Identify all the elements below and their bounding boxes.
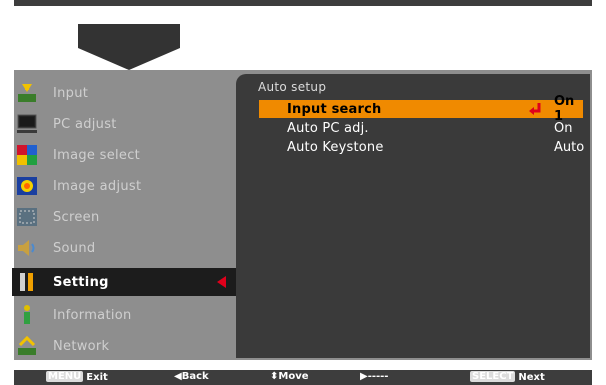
option-value: On: [554, 120, 573, 136]
menu-item-screen[interactable]: Screen: [14, 203, 232, 231]
sound-icon: [18, 240, 35, 256]
input-icon: [18, 84, 36, 102]
image-select-icon: [17, 145, 37, 165]
menu-item-label: Input: [53, 85, 89, 101]
select-key-icon: SELECT: [470, 371, 516, 382]
menu-item-network[interactable]: Network: [14, 332, 232, 360]
top-help-bar: [14, 0, 592, 6]
active-marker-icon: [217, 276, 226, 288]
help-exit: MENU Exit: [46, 371, 108, 383]
menu-item-label: PC adjust: [53, 116, 117, 132]
option-label: Input search: [287, 101, 382, 117]
option-label: Auto PC adj.: [287, 120, 369, 136]
help-bar: MENU Exit ◀Back ⬍Move ▶----- SELECT Next: [14, 370, 592, 385]
screen-icon: [17, 208, 37, 226]
menu-item-image-adjust[interactable]: Image adjust: [14, 172, 232, 200]
menu-item-setting[interactable]: Setting: [12, 268, 236, 296]
panel-title: Auto setup: [258, 80, 327, 94]
option-auto-keystone[interactable]: Auto Keystone Auto: [259, 138, 585, 156]
menu-item-label: Image adjust: [53, 178, 142, 194]
menu-item-label: Sound: [53, 240, 96, 256]
network-icon: [18, 335, 36, 355]
image-adjust-icon: [17, 177, 37, 195]
auto-setup-panel: Auto setup Input search On 1 Auto PC adj…: [236, 74, 590, 358]
menu-item-information[interactable]: Information: [14, 301, 232, 329]
menu-item-image-select[interactable]: Image select: [14, 141, 232, 169]
help-next-field-label: -----: [367, 371, 389, 382]
help-back: ◀Back: [174, 371, 209, 382]
menu-item-sound[interactable]: Sound: [14, 234, 232, 262]
menu-key-icon: MENU: [46, 371, 84, 382]
menu-item-label: Information: [53, 307, 132, 323]
option-value: Auto: [554, 139, 585, 155]
help-next-field: ▶-----: [360, 371, 389, 382]
menu-item-label: Setting: [53, 274, 109, 290]
menu-item-label: Network: [53, 338, 110, 354]
help-back-label: Back: [181, 371, 209, 382]
menu-item-label: Screen: [53, 209, 100, 225]
main-menu: Input PC adjust Image select Image adjus…: [12, 72, 236, 360]
menu-item-pc-adjust[interactable]: PC adjust: [14, 110, 232, 138]
information-icon: [24, 305, 30, 324]
option-label: Auto Keystone: [287, 139, 384, 155]
menu-item-input[interactable]: Input: [14, 79, 232, 107]
setting-icon: [20, 273, 33, 291]
help-move-label: Move: [278, 371, 309, 382]
option-auto-pc-adj[interactable]: Auto PC adj. On: [259, 119, 583, 137]
enter-arrow-icon: [529, 103, 541, 115]
option-input-search[interactable]: Input search On 1: [259, 94, 583, 124]
down-arrow-icon: [78, 24, 180, 70]
help-move: ⬍Move: [270, 371, 309, 382]
menu-item-label: Image select: [53, 147, 141, 163]
help-next: SELECT Next: [470, 371, 545, 383]
help-next-label: Next: [518, 372, 545, 383]
pc-adjust-icon: [17, 114, 37, 133]
help-exit-label: Exit: [86, 372, 108, 383]
